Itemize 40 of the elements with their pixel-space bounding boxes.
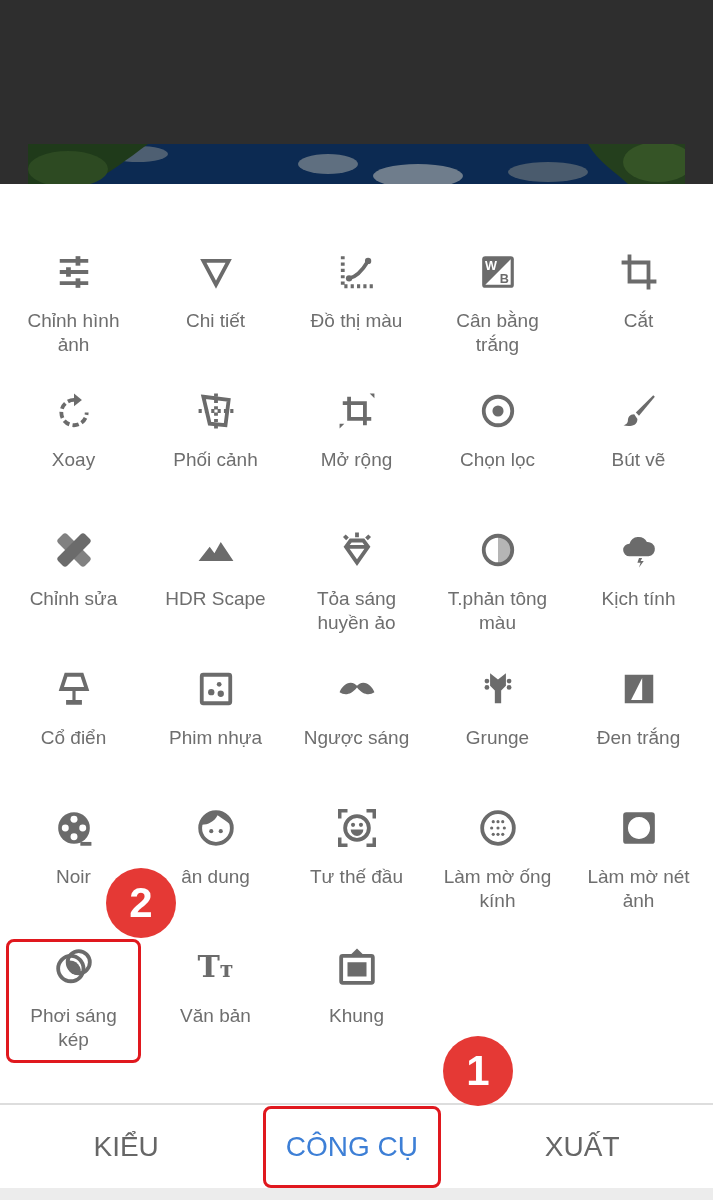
tool-button[interactable]: Kịch tính xyxy=(572,522,705,646)
text-style-icon: Tт xyxy=(197,948,234,986)
tool-button[interactable]: Cổ điển xyxy=(6,661,141,785)
tab[interactable]: KIỂU xyxy=(70,1105,182,1188)
tab[interactable]: XUẤT xyxy=(521,1105,643,1188)
tool-button[interactable]: Đồ thị màu xyxy=(290,244,423,368)
tool-button[interactable]: Phim nhựa xyxy=(149,661,282,785)
tool-button[interactable]: HDR Scape xyxy=(149,522,282,646)
tool-button[interactable]: Làm mờ ống kính xyxy=(431,800,564,924)
step-badge: 1 xyxy=(443,1036,513,1106)
tool-button[interactable]: T.phản tông màu xyxy=(431,522,564,646)
dotted-circle-icon xyxy=(478,809,517,847)
frame-icon xyxy=(337,948,376,986)
expand-icon xyxy=(337,392,376,430)
crop-icon xyxy=(619,253,658,291)
tab[interactable]: CÔNG CỤ xyxy=(262,1105,441,1188)
face-icon xyxy=(196,809,235,847)
tool-button[interactable]: Bút vẽ xyxy=(572,383,705,507)
tool-button[interactable]: Chi tiết xyxy=(149,244,282,368)
double-circle-icon xyxy=(54,948,93,986)
tool-button[interactable]: Khung xyxy=(290,939,423,1063)
tool-button[interactable]: Đen trắng xyxy=(572,661,705,785)
tool-button[interactable]: Chỉnh hình ảnh xyxy=(6,244,141,368)
tool-button[interactable]: Chọn lọc xyxy=(431,383,564,507)
tool-button[interactable]: Cắt xyxy=(572,244,705,368)
tool-button[interactable]: W B Cân bằng trắng xyxy=(431,244,564,368)
tool-button[interactable]: Tт Văn bản xyxy=(149,939,282,1063)
tool-button[interactable]: Chỉnh sửa xyxy=(6,522,141,646)
perspective-icon xyxy=(196,392,235,430)
tool-button[interactable]: Tư thế đầu xyxy=(290,800,423,924)
tool-button[interactable]: Mở rộng xyxy=(290,383,423,507)
tool-button[interactable]: Ngược sáng xyxy=(290,661,423,785)
tool-button[interactable]: Xoay xyxy=(6,383,141,507)
tool-button[interactable]: Phối cảnh xyxy=(149,383,282,507)
tool-button[interactable]: Làm mờ nét ảnh xyxy=(572,800,705,924)
tool-button[interactable]: Phơi sáng kép xyxy=(6,939,141,1063)
face-frame-icon xyxy=(337,809,376,847)
tool-button[interactable]: Tỏa sáng huyền ảo xyxy=(290,522,423,646)
tool-button[interactable]: Grunge xyxy=(431,661,564,785)
step-badge: 2 xyxy=(106,868,176,938)
